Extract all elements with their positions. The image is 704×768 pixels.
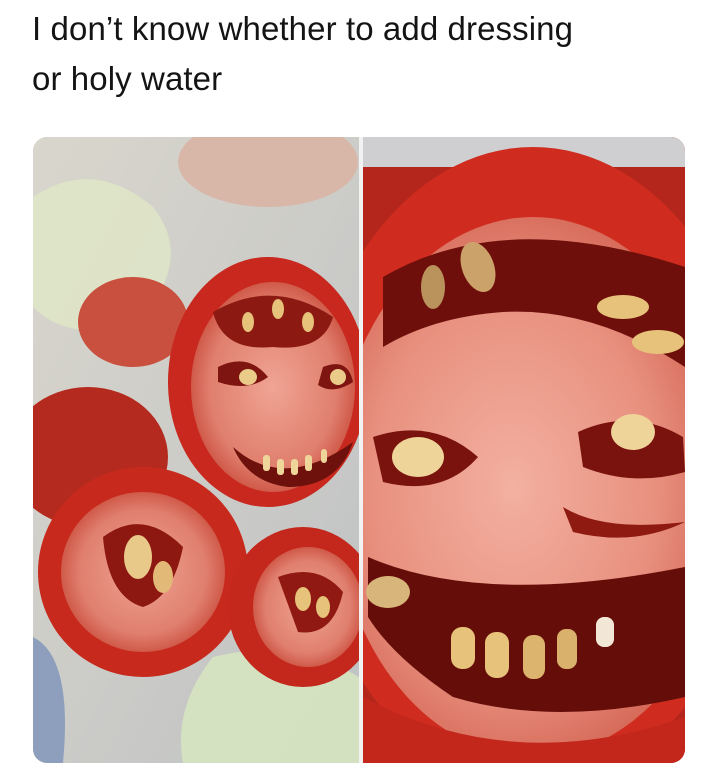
caption-line-2: or holy water	[32, 60, 223, 97]
left-panel-zoomed-out	[33, 137, 359, 763]
caption-line-1: I don’t know whether to add dressing	[32, 10, 574, 47]
meme-photo	[33, 137, 685, 763]
post-caption: I don’t know whether to add dressing or …	[32, 4, 692, 104]
